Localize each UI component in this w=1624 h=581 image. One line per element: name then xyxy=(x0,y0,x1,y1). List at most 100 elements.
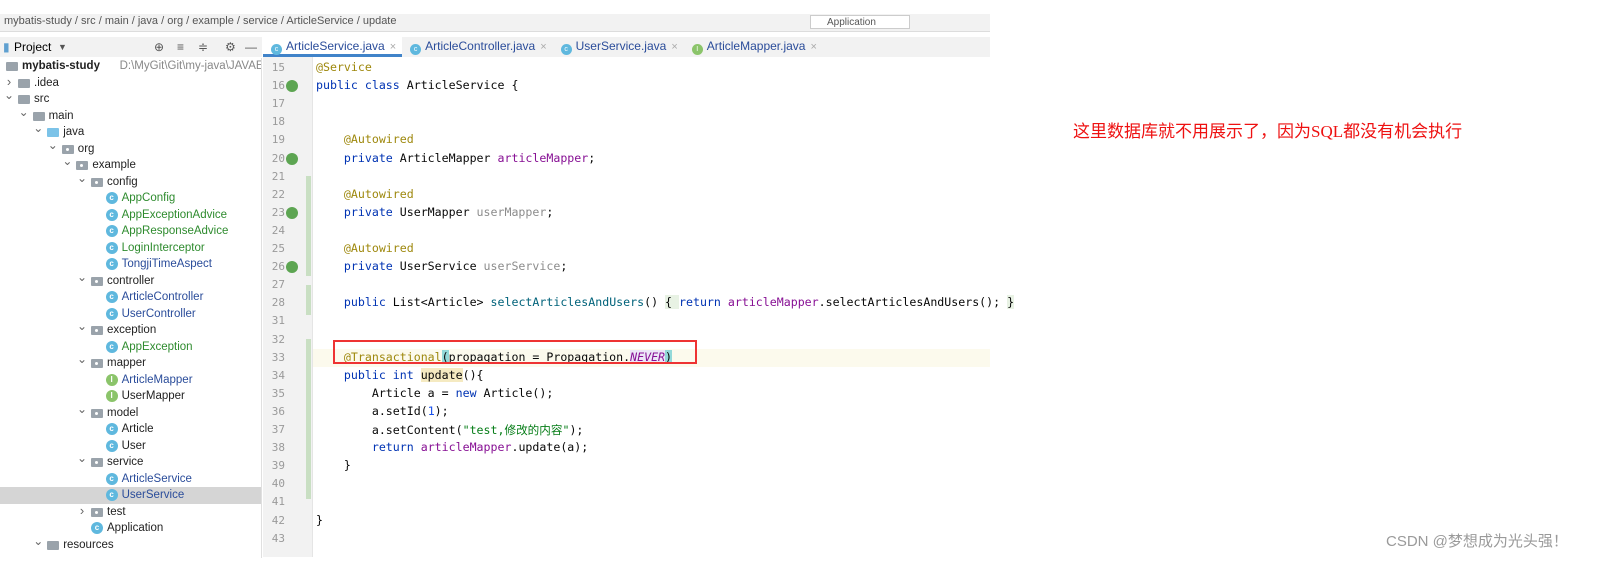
tree-item[interactable]: ⌄ java xyxy=(0,121,261,141)
tree-item[interactable]: c AppConfig xyxy=(0,190,261,207)
tree-item[interactable]: ⌄ resources xyxy=(0,534,261,554)
breadcrumb-path[interactable]: mybatis-study / src / main / java / org … xyxy=(4,15,396,27)
tree-item[interactable]: ⌄ config xyxy=(0,171,261,191)
code-line[interactable]: private UserService userService; xyxy=(316,259,567,273)
chevron-down-icon[interactable]: ⌄ xyxy=(77,170,87,187)
vcs-change-marker[interactable] xyxy=(306,176,311,276)
spring-bean-icon[interactable] xyxy=(286,206,298,219)
tree-item[interactable]: ⌄ org xyxy=(0,138,261,158)
chevron-down-icon[interactable]: ⌄ xyxy=(33,120,43,137)
code-line[interactable]: @Autowired xyxy=(316,241,414,255)
tab-articleservice-java[interactable]: c ArticleService.java × xyxy=(263,37,403,57)
code-line[interactable]: a.setId(1); xyxy=(316,404,449,418)
tree-item[interactable]: ⌄ example xyxy=(0,154,261,174)
tree-item[interactable]: c ArticleController xyxy=(0,289,261,306)
line-number: 36 xyxy=(271,404,285,418)
tree-item[interactable]: c UserService xyxy=(0,487,261,504)
chevron-down-icon[interactable]: ⌄ xyxy=(77,450,87,467)
tree-item[interactable]: ⌄ service xyxy=(0,451,261,471)
tree-item[interactable]: ⌄ model xyxy=(0,402,261,422)
code-line[interactable]: return articleMapper.update(a); xyxy=(316,440,588,454)
code-line[interactable]: Article a = new Article(); xyxy=(316,385,554,400)
code-line[interactable]: public List<Article> selectArticlesAndUs… xyxy=(316,295,1015,310)
chevron-down-icon[interactable]: ⌄ xyxy=(33,533,43,550)
tree-item[interactable]: c AppResponseAdvice xyxy=(0,223,261,240)
package-icon xyxy=(91,408,103,418)
tree-item[interactable]: ⌄ exception xyxy=(0,319,261,339)
code-line[interactable]: private ArticleMapper articleMapper; xyxy=(316,151,595,165)
line-number: 26 xyxy=(271,260,285,274)
package-icon xyxy=(91,359,103,368)
tab-articlecontroller-java[interactable]: c ArticleController.java × xyxy=(402,37,552,57)
code-line[interactable]: public class ArticleService { xyxy=(316,78,518,92)
chevron-right-icon[interactable]: › xyxy=(77,503,87,520)
code-line[interactable]: } xyxy=(316,458,351,472)
tree-item[interactable]: mybatis-study D:\MyGit\Git\my-java\JAVAEE… xyxy=(0,58,261,75)
close-icon[interactable]: × xyxy=(671,41,677,53)
spring-bean-icon[interactable] xyxy=(286,261,298,274)
collapse-all-icon[interactable]: ≑ xyxy=(198,37,208,57)
code-line[interactable]: } xyxy=(316,513,323,527)
code-line[interactable]: private UserMapper userMapper; xyxy=(316,205,553,219)
tree-item[interactable]: c User xyxy=(0,438,261,455)
line-number: 22 xyxy=(271,187,285,201)
chevron-down-icon[interactable]: ⌄ xyxy=(48,137,58,154)
tree-item[interactable]: c TongjiTimeAspect xyxy=(0,256,261,273)
tree-item[interactable]: c LoginInterceptor xyxy=(0,240,261,257)
code-line[interactable]: a.setContent("test,修改的内容"); xyxy=(316,422,584,438)
class-icon: c xyxy=(105,472,118,485)
tree-item[interactable]: ⌄ mapper xyxy=(0,352,261,372)
tab-userservice-java[interactable]: c UserService.java × xyxy=(553,37,684,57)
line-number: 17 xyxy=(271,97,285,111)
chevron-down-icon[interactable]: ⌄ xyxy=(77,351,87,368)
tree-item[interactable]: ⌄ src xyxy=(0,88,261,108)
code-line[interactable]: @Autowired xyxy=(316,187,414,201)
tree-item[interactable]: c AppException xyxy=(0,339,261,356)
code-token: .selectArticlesAndUsers(); xyxy=(818,295,1008,310)
expand-all-icon[interactable]: ≡ xyxy=(177,37,184,57)
chevron-down-icon[interactable]: ⌄ xyxy=(19,104,29,121)
tree-item[interactable]: › test xyxy=(0,503,261,521)
chevron-down-icon[interactable]: ▼ xyxy=(58,37,67,57)
run-config-select[interactable]: Application xyxy=(810,15,910,29)
chevron-down-icon[interactable]: ⌄ xyxy=(77,318,87,335)
tree-item[interactable]: c Article xyxy=(0,421,261,438)
spring-bean-icon[interactable] xyxy=(286,80,298,93)
code-line[interactable]: @Service xyxy=(316,60,372,74)
close-icon[interactable]: × xyxy=(390,41,396,53)
tree-item-label: AppExceptionAdvice xyxy=(121,208,228,221)
chevron-down-icon[interactable]: ⌄ xyxy=(77,269,87,286)
tree-item[interactable]: c UserController xyxy=(0,306,261,323)
vcs-change-marker[interactable] xyxy=(306,285,311,315)
close-icon[interactable]: × xyxy=(540,41,546,53)
locate-icon[interactable]: ⊕ xyxy=(154,37,164,57)
class-icon: c xyxy=(105,489,118,501)
tree-item[interactable]: c ArticleService xyxy=(0,471,261,488)
class-icon: c xyxy=(105,307,118,320)
project-tree[interactable]: mybatis-study D:\MyGit\Git\my-java\JAVAEE… xyxy=(0,58,262,558)
tree-item-label: mapper xyxy=(107,357,146,369)
tree-item[interactable]: › .idea xyxy=(0,74,261,92)
tree-item[interactable]: ⌄ controller xyxy=(0,270,261,290)
code-line[interactable]: public int update(){ xyxy=(316,367,484,382)
class-icon: c xyxy=(105,439,118,452)
application-icon: c xyxy=(91,522,103,534)
tab-articlemapper-java[interactable]: I ArticleMapper.java × xyxy=(684,37,823,57)
code-line[interactable]: @Autowired xyxy=(316,132,414,146)
chevron-down-icon[interactable]: ⌄ xyxy=(62,153,72,170)
close-icon[interactable]: × xyxy=(810,41,816,53)
code-token: private xyxy=(343,150,400,165)
gear-icon[interactable]: ⚙ xyxy=(225,37,236,57)
vcs-change-marker[interactable] xyxy=(306,339,311,499)
code-token: Article a = xyxy=(316,385,456,400)
tree-item[interactable]: I ArticleMapper xyxy=(0,372,261,389)
tree-item[interactable]: I UserMapper xyxy=(0,388,261,405)
tree-item[interactable]: c AppExceptionAdvice xyxy=(0,207,261,224)
chevron-down-icon[interactable]: ⌄ xyxy=(77,401,87,418)
chevron-down-icon[interactable]: ⌄ xyxy=(4,87,14,104)
spring-bean-icon[interactable] xyxy=(286,152,298,165)
hide-icon[interactable]: — xyxy=(245,37,257,57)
project-panel-title[interactable]: Project xyxy=(14,37,51,57)
code-token: ; xyxy=(560,259,568,274)
